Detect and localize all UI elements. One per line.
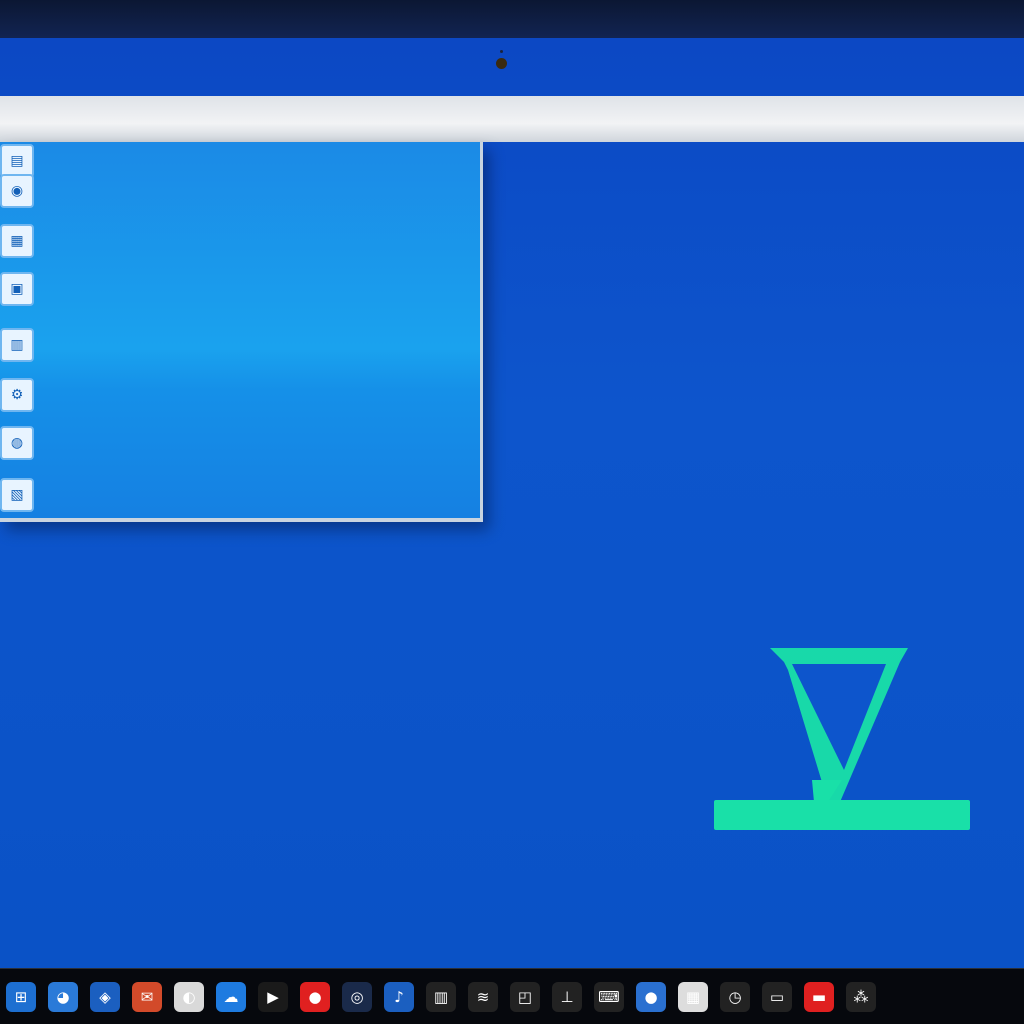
panel-item[interactable]: ▥ [0,328,470,362]
display-icon[interactable]: ▭ [762,981,792,1012]
media-icon[interactable]: ♪ [384,981,414,1012]
notification-icon[interactable]: ▬ [804,981,834,1012]
archive-icon: ▧ [0,478,34,512]
panel-item[interactable]: ◍ [0,426,470,460]
globe-icon: ◍ [0,426,34,460]
language-icon[interactable]: ⁂ [846,981,876,1012]
folder-icon: ▦ [0,224,34,258]
explorer-icon[interactable]: ◈ [90,981,120,1012]
browser-icon[interactable]: ◕ [48,981,78,1012]
panel-item[interactable]: ▤ [0,144,470,178]
top-bezel [0,0,1024,38]
grid-icon: ▥ [0,328,34,362]
calendar-icon[interactable]: ▦ [678,981,708,1012]
mail-icon[interactable]: ✉ [132,981,162,1012]
clock-icon[interactable]: ◷ [720,981,750,1012]
app-icon: ▣ [0,272,34,306]
webcam-icon [496,58,507,69]
weather-icon[interactable]: ● [636,981,666,1012]
camera-icon[interactable]: ◎ [342,981,372,1012]
hourglass-logo-icon [714,648,970,830]
settings-icon: ⚙ [0,378,34,412]
app-list-panel: ▤ ◉ ▦ ▣ ▥ ⚙ ◍ ▧ [0,142,483,522]
panel-item[interactable]: ▦ [0,224,470,258]
panel-item[interactable]: ▧ [0,478,470,512]
window-top-strip [0,96,1024,142]
record-icon[interactable]: ● [300,981,330,1012]
windows-icon[interactable]: ⊞ [6,981,36,1012]
document-icon: ▤ [0,144,34,178]
cloud-icon[interactable]: ☁ [216,981,246,1012]
panel-item[interactable]: ◉ [0,174,470,208]
bag-icon[interactable]: ◰ [510,981,540,1012]
taskbar: ⊞ ◕ ◈ ✉ ◐ ☁ ▶ ● ◎ ♪ ▥ ≋ ◰ ⊥ ⌨ ● ▦ ◷ ▭ ▬ ⁂ [0,968,1024,1024]
network-icon[interactable]: ⊥ [552,981,582,1012]
panel-item[interactable]: ▣ [0,272,470,306]
disc-icon: ◉ [0,174,34,208]
photos-icon[interactable]: ◐ [174,981,204,1012]
keyboard-icon[interactable]: ⌨ [594,981,624,1012]
chart-icon[interactable]: ▥ [426,981,456,1012]
signal-icon[interactable]: ≋ [468,981,498,1012]
terminal-icon[interactable]: ▶ [258,981,288,1012]
panel-item[interactable]: ⚙ [0,378,470,412]
